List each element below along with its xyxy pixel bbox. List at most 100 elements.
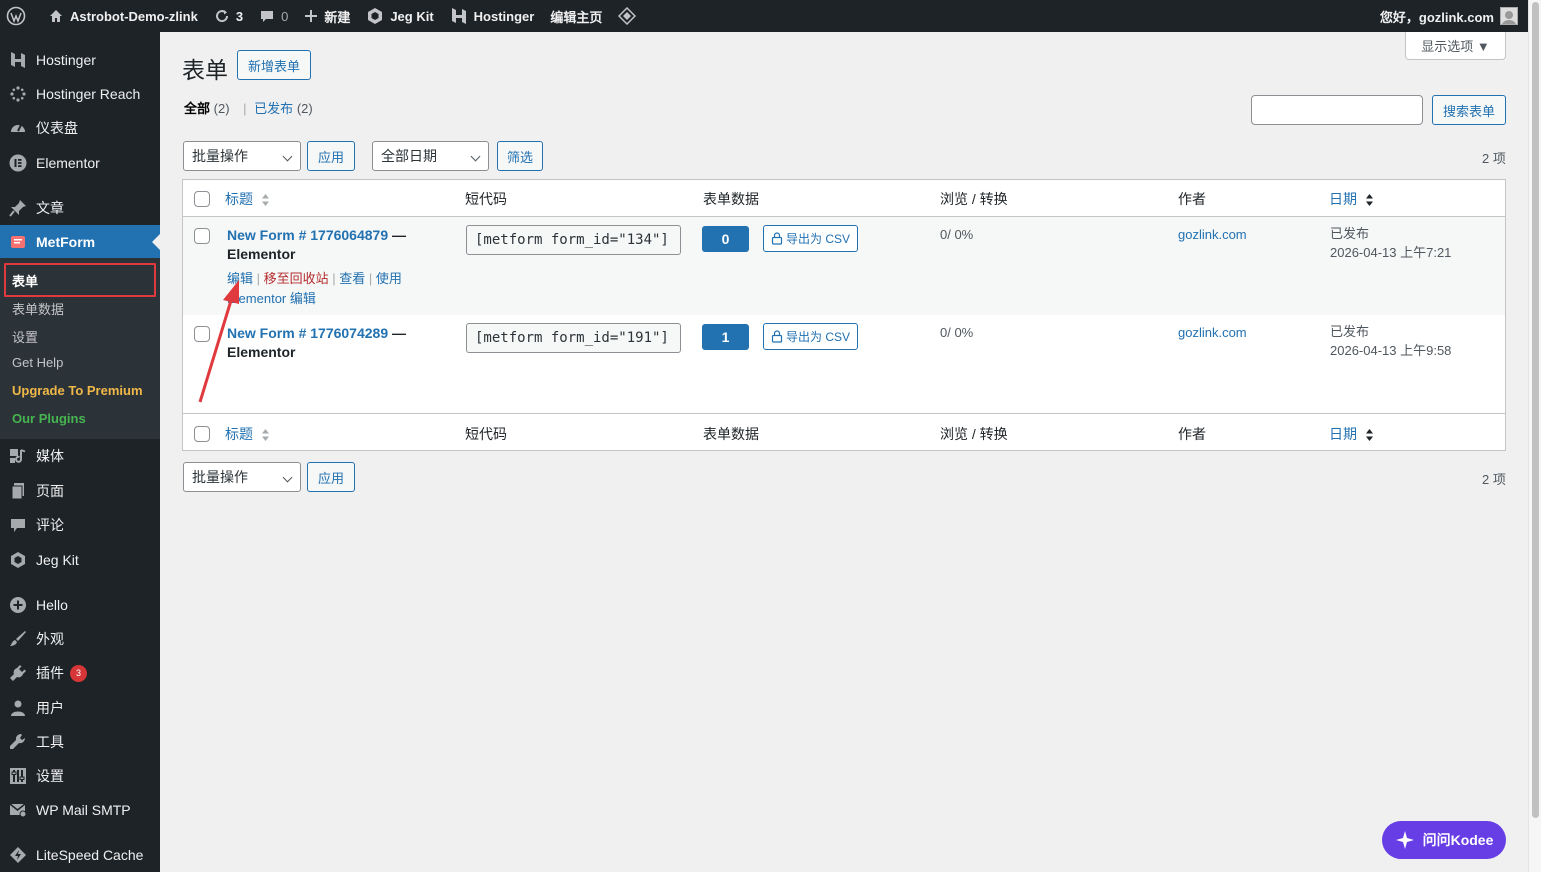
- add-new-form-button[interactable]: 新增表单: [237, 50, 311, 80]
- view-link[interactable]: 查看: [339, 271, 365, 286]
- entries-count-button[interactable]: 1: [702, 324, 749, 350]
- sidebar-item-elementor[interactable]: Elementor: [0, 146, 160, 180]
- sidebar-item-hostinger[interactable]: Hostinger: [0, 43, 160, 77]
- submenu-item-entries[interactable]: 表单数据: [12, 299, 64, 318]
- column-entries-footer: 表单数据: [703, 426, 759, 442]
- forms-table: 标题 短代码 表单数据 浏览 / 转换 作者 日期 New Form # 177…: [182, 179, 1506, 451]
- site-name-link[interactable]: Astrobot-Demo-zlink: [34, 0, 206, 32]
- sidebar-item-plugins[interactable]: 插件 3: [0, 656, 160, 690]
- column-title-header[interactable]: 标题: [225, 189, 270, 209]
- date-cell: 已发布 2026-04-13 上午7:21: [1330, 224, 1451, 262]
- sidebar-item-label: 插件: [36, 665, 64, 681]
- sidebar-item-litespeed-cache[interactable]: LiteSpeed Cache: [0, 838, 160, 872]
- sidebar-item-label: 设置: [36, 768, 64, 784]
- sidebar-item-settings[interactable]: 设置: [0, 759, 160, 793]
- filter-all[interactable]: 全部: [184, 101, 210, 116]
- sidebar-item-label: Hostinger: [36, 52, 96, 68]
- sidebar-item-posts[interactable]: 文章: [0, 191, 160, 225]
- row-checkbox[interactable]: [194, 228, 210, 244]
- comment-bubble-icon: [261, 11, 274, 22]
- hostinger-link[interactable]: Hostinger: [442, 0, 543, 32]
- sidebar-item-label: 媒体: [36, 448, 64, 464]
- sidebar-item-wp-mail-smtp[interactable]: WP Mail SMTP: [0, 793, 160, 827]
- jegkit-link[interactable]: Jeg Kit: [358, 0, 441, 32]
- bulk-action-select[interactable]: 批量操作: [183, 141, 301, 171]
- form-title-link[interactable]: New Form # 1776074289 — Elementor: [227, 324, 437, 362]
- use-link[interactable]: 使用: [376, 271, 402, 286]
- sidebar-item-metform[interactable]: MetForm: [0, 225, 160, 259]
- sidebar-item-comments[interactable]: 评论: [0, 508, 160, 542]
- column-title-footer[interactable]: 标题: [225, 424, 270, 444]
- diamond-menu[interactable]: [610, 0, 644, 32]
- sidebar-item-label: WP Mail SMTP: [36, 802, 131, 818]
- filter-button[interactable]: 筛选: [497, 141, 543, 171]
- column-title-label: 标题: [225, 426, 253, 442]
- sidebar-item-dashboard[interactable]: 仪表盘: [0, 111, 160, 145]
- sidebar-item-jegkit[interactable]: Jeg Kit: [0, 543, 160, 577]
- submenu-item-settings[interactable]: 设置: [12, 327, 38, 346]
- annotation-arrow: [198, 280, 239, 403]
- sidebar-item-hostinger-reach[interactable]: Hostinger Reach: [0, 77, 160, 111]
- entries-count-button[interactable]: 0: [702, 226, 749, 252]
- bulk-action-select-bottom[interactable]: 批量操作: [183, 462, 301, 492]
- submenu-item-upgrade[interactable]: Upgrade To Premium: [12, 383, 143, 398]
- column-views-header: 浏览 / 转换: [940, 191, 1008, 207]
- date-filter-select[interactable]: 全部日期: [372, 141, 489, 171]
- site-name: Astrobot-Demo-zlink: [70, 8, 198, 24]
- items-count-bottom: 2 项: [1482, 472, 1506, 487]
- select-all-checkbox[interactable]: [194, 191, 210, 207]
- form-title-link[interactable]: New Form # 1776064879 — Elementor: [227, 226, 437, 264]
- updates-link[interactable]: 3: [206, 0, 251, 32]
- page-scrollbar[interactable]: [1528, 0, 1541, 872]
- author-link[interactable]: gozlink.com: [1178, 227, 1247, 242]
- admin-bar: Astrobot-Demo-zlink 3 0 新建 Jeg Kit Hosti…: [0, 0, 1528, 32]
- export-csv-button[interactable]: 导出为 CSV: [763, 225, 858, 252]
- greeting: 您好，gozlink.com: [1379, 9, 1494, 25]
- wordpress-logo[interactable]: [0, 0, 34, 32]
- apply-button[interactable]: 应用: [307, 141, 355, 171]
- shortcode-field[interactable]: [metform form_id="191"]: [466, 323, 681, 353]
- submenu-item-our-plugins[interactable]: Our Plugins: [12, 411, 86, 426]
- author-link[interactable]: gozlink.com: [1178, 325, 1247, 340]
- comments-link[interactable]: 0: [251, 0, 296, 32]
- refresh-icon: [215, 10, 228, 23]
- items-count-top: 2 项: [1482, 151, 1506, 166]
- column-date-footer[interactable]: 日期: [1329, 424, 1374, 444]
- search-input[interactable]: [1251, 95, 1423, 125]
- sidebar-item-users[interactable]: 用户: [0, 691, 160, 725]
- search-forms-button[interactable]: 搜索表单: [1432, 95, 1506, 125]
- dashboard-icon: [8, 118, 28, 138]
- sidebar-item-pages[interactable]: 页面: [0, 474, 160, 508]
- export-csv-button[interactable]: 导出为 CSV: [763, 323, 858, 350]
- sidebar-item-appearance[interactable]: 外观: [0, 622, 160, 656]
- date-cell: 已发布 2026-04-13 上午9:58: [1330, 322, 1451, 360]
- scrollbar-thumb[interactable]: [1532, 2, 1539, 818]
- sidebar-item-media[interactable]: 媒体: [0, 439, 160, 473]
- mail-icon: [8, 800, 28, 820]
- ask-kodee-button[interactable]: 问问Kodee: [1382, 821, 1506, 859]
- edit-home-link[interactable]: 编辑主页: [542, 0, 610, 32]
- sidebar-item-hello[interactable]: Hello: [0, 588, 160, 622]
- form-title: New Form # 1776064879: [227, 227, 389, 243]
- screen-options-button[interactable]: 显示选项 ▼: [1405, 32, 1506, 60]
- comment-icon: [8, 515, 28, 535]
- new-content-link[interactable]: 新建: [296, 0, 358, 32]
- filter-published[interactable]: 已发布: [254, 101, 293, 116]
- chevron-down-icon: [282, 472, 293, 483]
- sidebar-item-label: Hello: [36, 597, 68, 613]
- table-row: New Form # 1776074289 — Elementor [metfo…: [183, 315, 1505, 413]
- main-content: 显示选项 ▼ 表单 新增表单 全部 (2) | 已发布 (2) 搜索表单 批量操…: [160, 32, 1528, 872]
- sidebar-item-tools[interactable]: 工具: [0, 725, 160, 759]
- home-icon: [50, 10, 62, 22]
- apply-button-bottom[interactable]: 应用: [307, 462, 355, 492]
- submenu-item-get-help[interactable]: Get Help: [12, 355, 63, 370]
- shortcode-field[interactable]: [metform form_id="134"]: [466, 225, 681, 255]
- trash-link[interactable]: 移至回收站: [264, 271, 329, 286]
- elementor-icon: [8, 153, 28, 173]
- my-account[interactable]: 您好，gozlink.com: [1380, 7, 1528, 26]
- select-all-checkbox-footer[interactable]: [194, 426, 210, 442]
- sort-icon: [261, 194, 269, 207]
- sidebar-item-label: 仪表盘: [36, 120, 78, 136]
- column-date-header[interactable]: 日期: [1329, 189, 1374, 209]
- kodee-label: 问问Kodee: [1422, 832, 1494, 848]
